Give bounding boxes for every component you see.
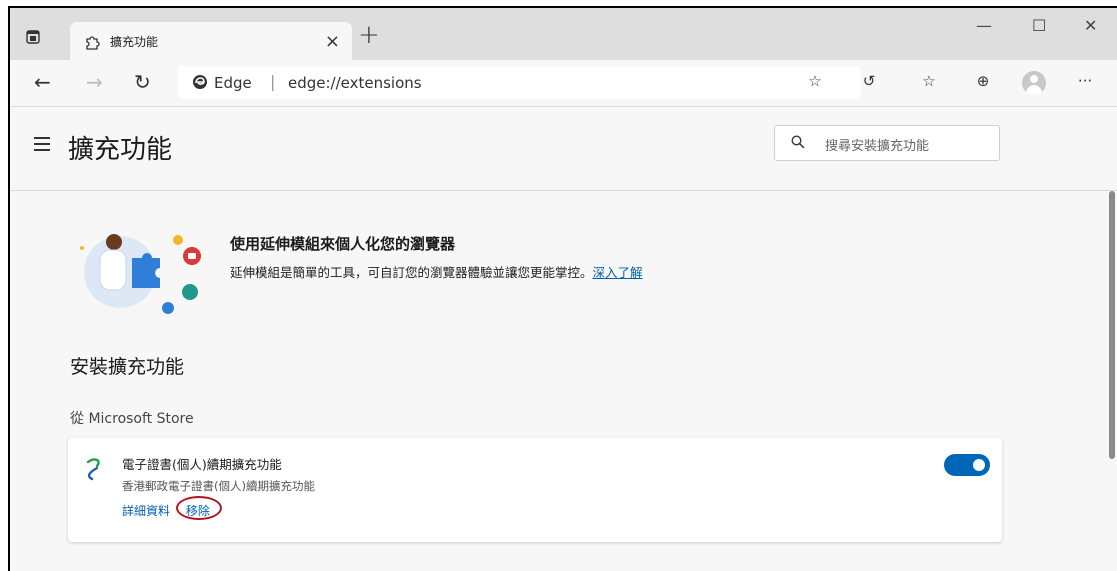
more-options-icon[interactable]: ··· — [1074, 72, 1096, 94]
profile-avatar[interactable] — [1022, 71, 1046, 95]
extension-source-label: 從 Microsoft Store — [70, 411, 194, 427]
url-text[interactable]: edge://extensions — [288, 74, 422, 92]
minimize-button[interactable]: — — [976, 16, 992, 35]
promo-description: 延伸模組是簡單的工具，可自訂您的瀏覽器體驗並讓您更能掌控。深入了解 — [230, 262, 643, 281]
add-favorite-icon[interactable]: ☆ — [804, 72, 826, 94]
search-placeholder: 搜尋安裝擴充功能 — [825, 139, 930, 154]
page-title: 擴充功能 — [68, 135, 173, 165]
back-icon[interactable]: ← — [34, 70, 51, 94]
extension-name: 電子證書(個人)續期擴充功能 — [122, 457, 282, 472]
tab-title: 擴充功能 — [110, 35, 159, 49]
tab-close-icon[interactable]: × — [325, 31, 340, 52]
tab-extensions[interactable]: 擴充功能 × — [70, 22, 352, 60]
extension-links: 詳細資料 移除 — [122, 496, 222, 520]
learn-more-link[interactable]: 深入了解 — [593, 265, 643, 280]
extensions-illustration — [80, 234, 201, 314]
puzzle-icon — [86, 36, 100, 50]
close-window-button[interactable]: ✕ — [1084, 16, 1097, 35]
browser-window: 擴充功能 × + — ☐ ✕ ← → ↻ Edge | edge://exten… — [8, 6, 1117, 571]
search-input[interactable]: 搜尋安裝擴充功能 — [774, 125, 1000, 161]
refresh-icon[interactable]: ↻ — [134, 70, 151, 94]
navigation-bar: ← → ↻ Edge | edge://extensions ☆ ↺ ☆ ⊕ ·… — [10, 60, 1117, 107]
read-aloud-icon[interactable]: ↺ — [858, 72, 880, 94]
address-bar[interactable]: Edge | edge://extensions — [178, 66, 861, 99]
tab-actions-icon[interactable] — [26, 30, 40, 44]
page-header: 擴充功能 搜尋安裝擴充功能 — [10, 107, 1117, 191]
menu-icon[interactable] — [34, 137, 50, 155]
details-link[interactable]: 詳細資料 — [122, 504, 170, 518]
url-separator: | — [270, 72, 276, 91]
toggle-knob — [973, 459, 985, 471]
forward-icon[interactable]: → — [86, 70, 103, 94]
extension-description: 香港郵政電子證書(個人)續期擴充功能 — [122, 479, 315, 493]
search-icon — [791, 135, 805, 149]
collections-icon[interactable]: ⊕ — [972, 72, 994, 94]
promo-description-text: 延伸模組是簡單的工具，可自訂您的瀏覽器體驗並讓您更能掌控。 — [230, 265, 593, 280]
new-tab-button[interactable]: + — [358, 22, 380, 48]
extension-logo-icon — [86, 458, 100, 481]
highlight-circle — [175, 496, 222, 520]
maximize-button[interactable]: ☐ — [1032, 16, 1046, 35]
site-name: Edge — [214, 74, 252, 92]
title-bar: 擴充功能 × + — ☐ ✕ — [10, 8, 1117, 60]
scrollbar[interactable] — [1108, 191, 1117, 571]
remove-wrapper: 移除 — [175, 496, 222, 520]
edge-logo-icon — [193, 75, 207, 89]
promo-title: 使用延伸模組來個人化您的瀏覽器 — [230, 235, 456, 253]
favorites-icon[interactable]: ☆ — [918, 72, 940, 94]
section-title: 安裝擴充功能 — [70, 356, 185, 378]
scrollbar-thumb[interactable] — [1109, 191, 1115, 459]
extension-card: 電子證書(個人)續期擴充功能 香港郵政電子證書(個人)續期擴充功能 詳細資料 移… — [68, 438, 1002, 542]
extension-toggle[interactable] — [944, 454, 990, 476]
